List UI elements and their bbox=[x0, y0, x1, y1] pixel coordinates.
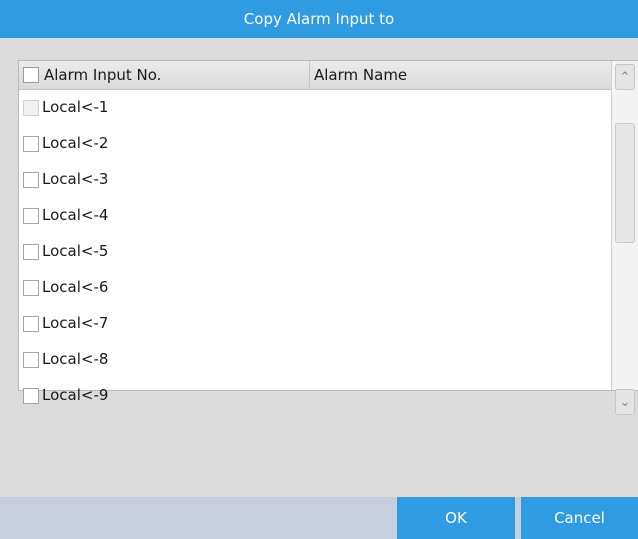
dialog-footer: OK Cancel bbox=[0, 497, 638, 539]
alarm-input-no: Local<-5 bbox=[42, 242, 109, 260]
list-item[interactable]: Local<-2 bbox=[19, 126, 611, 162]
dialog-title-bar: Copy Alarm Input to bbox=[0, 0, 638, 38]
ok-button[interactable]: OK bbox=[397, 497, 515, 539]
list-item[interactable]: Local<-8 bbox=[19, 342, 611, 378]
list-item[interactable]: Local<-7 bbox=[19, 306, 611, 342]
list-rows: Local<-1 Local<-2 Local<-3 Local<-4 Local<-5… bbox=[19, 90, 611, 414]
row-checkbox[interactable] bbox=[23, 244, 39, 260]
column-separator bbox=[309, 61, 310, 90]
alarm-input-no: Local<-4 bbox=[42, 206, 109, 224]
row-checkbox[interactable] bbox=[23, 388, 39, 404]
row-checkbox bbox=[23, 100, 39, 116]
alarm-input-no: Local<-1 bbox=[42, 98, 109, 116]
row-checkbox[interactable] bbox=[23, 316, 39, 332]
alarm-input-list: Alarm Input No. Alarm Name Local<-1 Local… bbox=[18, 60, 638, 415]
dialog-title: Copy Alarm Input to bbox=[243, 10, 395, 28]
column-header-alarm-name[interactable]: Alarm Name bbox=[314, 66, 407, 84]
column-header-alarm-input-no[interactable]: Alarm Input No. bbox=[44, 66, 161, 84]
alarm-input-no: Local<-3 bbox=[42, 170, 109, 188]
row-checkbox[interactable] bbox=[23, 352, 39, 368]
alarm-input-no: Local<-8 bbox=[42, 350, 109, 368]
list-header: Alarm Input No. Alarm Name bbox=[19, 61, 611, 90]
vertical-scrollbar[interactable]: ⌃ ⌄ bbox=[611, 61, 638, 415]
row-checkbox[interactable] bbox=[23, 280, 39, 296]
chevron-down-icon[interactable]: ⌄ bbox=[615, 389, 635, 415]
list-item[interactable]: Local<-5 bbox=[19, 234, 611, 270]
row-checkbox[interactable] bbox=[23, 172, 39, 188]
row-checkbox[interactable] bbox=[23, 208, 39, 224]
alarm-input-no: Local<-7 bbox=[42, 314, 109, 332]
list-item[interactable]: Local<-4 bbox=[19, 198, 611, 234]
alarm-input-no: Local<-6 bbox=[42, 278, 109, 296]
cancel-button[interactable]: Cancel bbox=[521, 497, 638, 539]
alarm-input-no: Local<-2 bbox=[42, 134, 109, 152]
scrollbar-thumb[interactable] bbox=[615, 123, 635, 243]
select-all-checkbox[interactable] bbox=[23, 67, 39, 83]
row-checkbox[interactable] bbox=[23, 136, 39, 152]
list-item[interactable]: Local<-6 bbox=[19, 270, 611, 306]
alarm-input-no: Local<-9 bbox=[42, 386, 109, 404]
list-item[interactable]: Local<-9 bbox=[19, 378, 611, 414]
list-item[interactable]: Local<-3 bbox=[19, 162, 611, 198]
chevron-up-icon[interactable]: ⌃ bbox=[615, 64, 635, 90]
list-item[interactable]: Local<-1 bbox=[19, 90, 611, 126]
